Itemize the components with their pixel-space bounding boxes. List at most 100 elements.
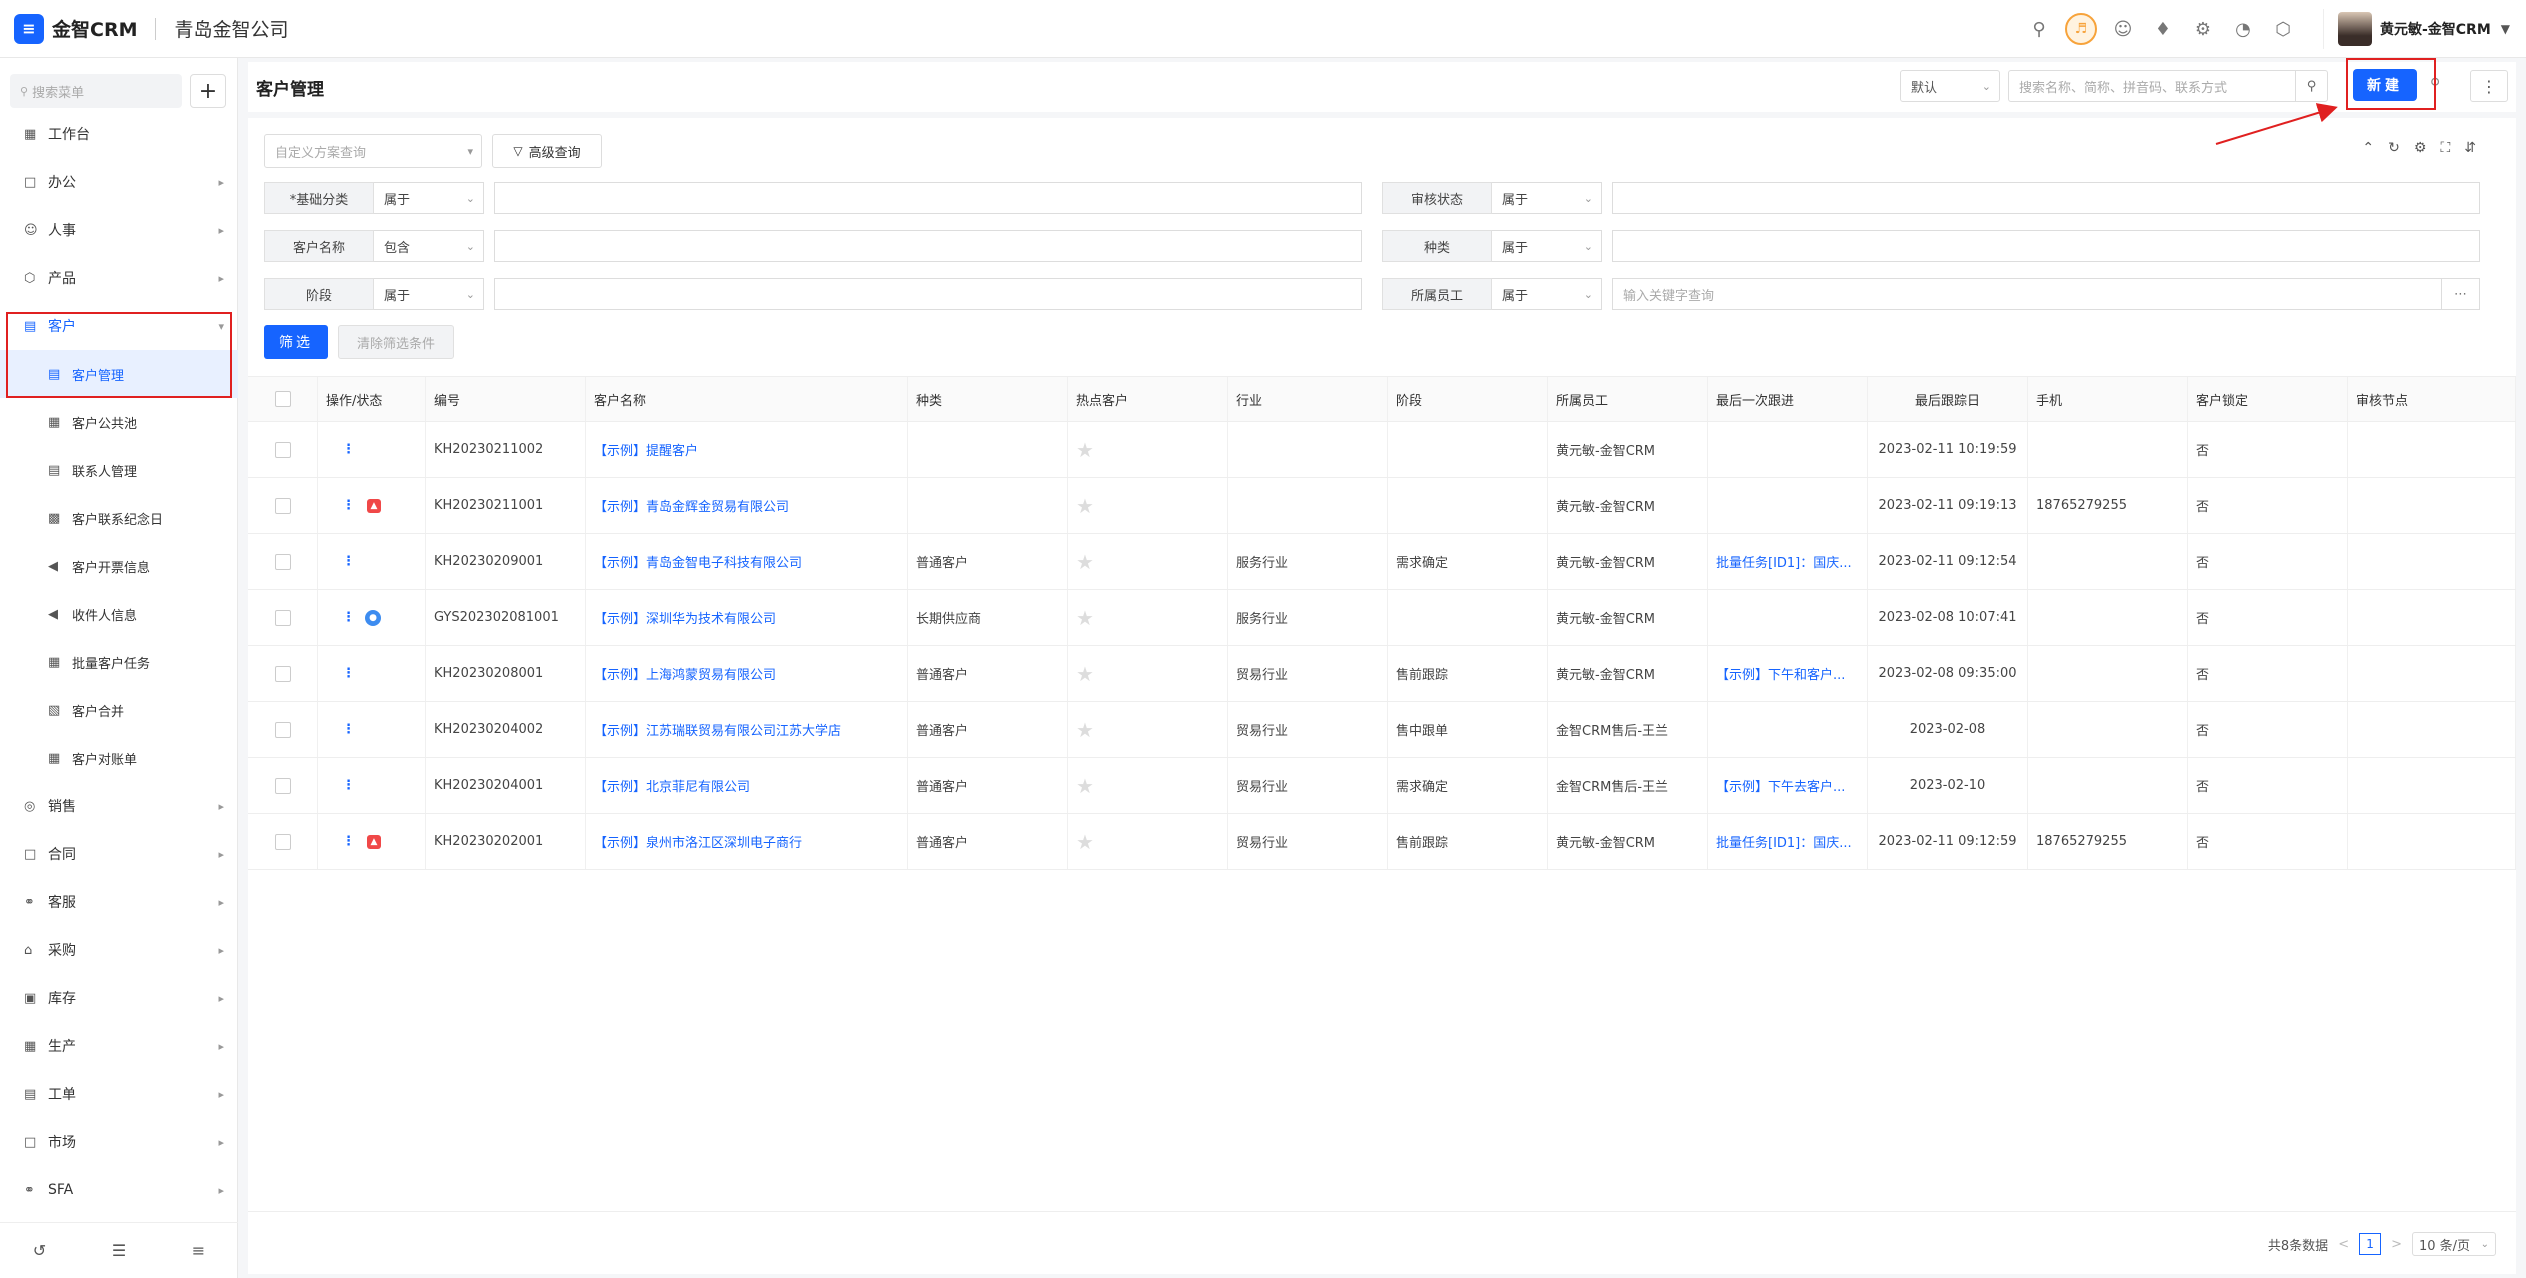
gear-icon[interactable]: ⚙ [2183, 9, 2223, 49]
table-row[interactable]: ⋮ KH20230208001 【示例】上海鸿蒙贸易有限公司 普通客户 ★ 贸易行业 售前跟… [248, 646, 2516, 702]
column-header[interactable]: 手机 [2028, 377, 2188, 421]
filter-value-input[interactable] [494, 278, 1362, 310]
row-actions-icon[interactable]: ⋮ [342, 722, 355, 737]
table-row[interactable]: ⋮ ▲ KH20230202001 【示例】泉州市洛江区深圳电子商行 普通客户 ★ 贸易行业… [248, 814, 2516, 870]
sidebar-item-merge[interactable]: ▧ 客户合并 [0, 686, 238, 734]
chevron-down-icon[interactable]: ▼ [2501, 22, 2510, 36]
filter-operator[interactable]: 包含 ⌄ [374, 230, 484, 262]
last-follow-link[interactable] [1708, 702, 1868, 757]
sidebar-item-invoice[interactable]: ◀ 客户开票信息 [0, 542, 238, 590]
collapse-up-icon[interactable]: ⌃ [2362, 140, 2374, 156]
last-follow-link[interactable]: 【示例】下午去客户... [1708, 758, 1868, 813]
star-icon[interactable]: ★ [1076, 606, 1094, 630]
customer-name-link[interactable]: 【示例】上海鸿蒙贸易有限公司 [586, 646, 908, 701]
scheme-select[interactable]: 自定义方案查询 ▾ [264, 134, 482, 168]
sidebar-item-inventory[interactable]: ▣ 库存 ▸ [0, 974, 238, 1022]
column-header[interactable]: 最后跟踪日 [1868, 377, 2028, 421]
page-size-select[interactable]: 10 条/页 ⌄ [2412, 1232, 2496, 1256]
filter-operator[interactable]: 属于 ⌄ [374, 278, 484, 310]
header-search-input[interactable]: 搜索名称、简称、拼音码、联系方式 ⚲ [2008, 70, 2328, 102]
refresh-icon[interactable]: ↻ [2388, 140, 2400, 156]
fullscreen-icon[interactable]: ⛶ [2440, 140, 2450, 156]
ellipsis-icon[interactable]: ⋯ [2441, 279, 2479, 309]
customer-name-link[interactable]: 【示例】江苏瑞联贸易有限公司江苏大学店 [586, 702, 908, 757]
sidebar-item-hr[interactable]: ☺ 人事 ▸ [0, 206, 238, 254]
last-follow-link[interactable]: 批量任务[ID1]：国庆... [1708, 534, 1868, 589]
last-follow-link[interactable] [1708, 590, 1868, 645]
filter-value-input[interactable] [1612, 230, 2480, 262]
row-checkbox[interactable] [274, 833, 291, 850]
search-icon[interactable]: ⚲ [2295, 71, 2327, 101]
staff-search-input[interactable]: 输入关键字查询 ⋯ [1612, 278, 2480, 310]
bell-icon[interactable]: ♦ [2143, 9, 2183, 49]
clear-filter-button[interactable]: 清除筛选条件 [338, 325, 454, 359]
table-row[interactable]: ⋮ KH20230204001 【示例】北京菲尼有限公司 普通客户 ★ 贸易行业 需求确定金… [248, 758, 2516, 814]
view-select[interactable]: 默认 ⌄ [1900, 70, 2000, 102]
star-icon[interactable]: ★ [1076, 438, 1094, 462]
filter-operator[interactable]: 属于 ⌄ [1492, 230, 1602, 262]
column-header[interactable]: 编号 [426, 377, 586, 421]
collapse-menu-icon[interactable]: ≡ [192, 1241, 205, 1260]
row-checkbox[interactable] [274, 609, 291, 626]
sidebar-item-sfa[interactable]: ⚭ SFA ▸ [0, 1166, 238, 1214]
row-actions-icon[interactable]: ⋮ [342, 442, 355, 457]
sidebar-item-customer-pool[interactable]: ▦ 客户公共池 [0, 398, 238, 446]
table-row[interactable]: ⋮ ▲ KH20230211001 【示例】青岛金辉金贸易有限公司 ★ 黄元敏-金智CRM… [248, 478, 2516, 534]
sidebar-item-workbench[interactable]: ▦ 工作台 [0, 110, 238, 158]
sidebar-item-recipient[interactable]: ◀ 收件人信息 [0, 590, 238, 638]
advanced-query-button[interactable]: ▽ 高级查询 [492, 134, 602, 168]
row-actions-icon[interactable]: ⋮ [342, 666, 355, 681]
prev-page-button[interactable]: < [2338, 1237, 2349, 1252]
customer-name-link[interactable]: 【示例】青岛金智电子科技有限公司 [586, 534, 908, 589]
row-actions-icon[interactable]: ⋮ [342, 610, 355, 625]
sidebar-item-contract[interactable]: □ 合同 ▸ [0, 830, 238, 878]
column-header[interactable]: 所属员工 [1548, 377, 1708, 421]
column-header[interactable]: 审核节点 [2348, 377, 2516, 421]
sidebar-item-statement[interactable]: ▦ 客户对账单 [0, 734, 238, 782]
column-sort-icon[interactable]: ⇵ [2464, 140, 2476, 156]
contacts-icon[interactable]: ☺ [2103, 9, 2143, 49]
customer-name-link[interactable]: 【示例】深圳华为技术有限公司 [586, 590, 908, 645]
sidebar-item-contacts[interactable]: ▤ 联系人管理 [0, 446, 238, 494]
cube-icon[interactable]: ⬡ [2263, 9, 2303, 49]
row-actions-icon[interactable]: ⋮ [342, 498, 355, 513]
star-icon[interactable]: ★ [1076, 830, 1094, 854]
sidebar-item-anniversary[interactable]: ▩ 客户联系纪念日 [0, 494, 238, 542]
sidebar-item-purchase[interactable]: ⌂ 采购 ▸ [0, 926, 238, 974]
last-follow-link[interactable] [1708, 478, 1868, 533]
row-checkbox[interactable] [274, 721, 291, 738]
user-menu[interactable]: 黄元敏-金智CRM ▼ [2322, 9, 2526, 49]
filter-value-input[interactable] [1612, 182, 2480, 214]
column-header[interactable]: 种类 [908, 377, 1068, 421]
pie-chart-icon[interactable]: ◔ [2223, 9, 2263, 49]
sidebar-item-market[interactable]: □ 市场 ▸ [0, 1118, 238, 1166]
row-checkbox[interactable] [274, 777, 291, 794]
star-icon[interactable]: ★ [1076, 774, 1094, 798]
column-header[interactable]: 操作/状态 [318, 377, 426, 421]
last-follow-link[interactable]: 批量任务[ID1]：国庆... [1708, 814, 1868, 869]
logo-icon[interactable]: ≡ [14, 13, 44, 44]
row-actions-icon[interactable]: ⋮ [342, 778, 355, 793]
row-checkbox[interactable] [274, 497, 291, 514]
history-icon[interactable]: ↺ [33, 1241, 46, 1260]
row-checkbox[interactable] [274, 553, 291, 570]
customer-name-link[interactable]: 【示例】泉州市洛江区深圳电子商行 [586, 814, 908, 869]
row-actions-icon[interactable]: ⋮ [342, 554, 355, 569]
sidebar-item-office[interactable]: □ 办公 ▸ [0, 158, 238, 206]
customer-name-link[interactable]: 【示例】北京菲尼有限公司 [586, 758, 908, 813]
add-menu-button[interactable]: + [190, 74, 226, 108]
table-row[interactable]: ⋮ KH20230204002 【示例】江苏瑞联贸易有限公司江苏大学店 普通客户 ★ 贸易… [248, 702, 2516, 758]
star-icon[interactable]: ★ [1076, 494, 1094, 518]
star-icon[interactable]: ★ [1076, 718, 1094, 742]
column-header[interactable]: 行业 [1228, 377, 1388, 421]
sidebar-item-workorder[interactable]: ▤ 工单 ▸ [0, 1070, 238, 1118]
sidebar-item-product[interactable]: ⬡ 产品 ▸ [0, 254, 238, 302]
column-header[interactable]: 热点客户 [1068, 377, 1228, 421]
filter-value-input[interactable] [494, 182, 1362, 214]
settings-icon[interactable]: ⚙ [2414, 140, 2427, 156]
sidebar-item-production[interactable]: ▦ 生产 ▸ [0, 1022, 238, 1070]
last-follow-link[interactable]: 【示例】下午和客户... [1708, 646, 1868, 701]
avatar[interactable] [2337, 12, 2372, 46]
customer-name-link[interactable]: 【示例】提醒客户 [586, 422, 908, 477]
filter-value-input[interactable] [494, 230, 1362, 262]
